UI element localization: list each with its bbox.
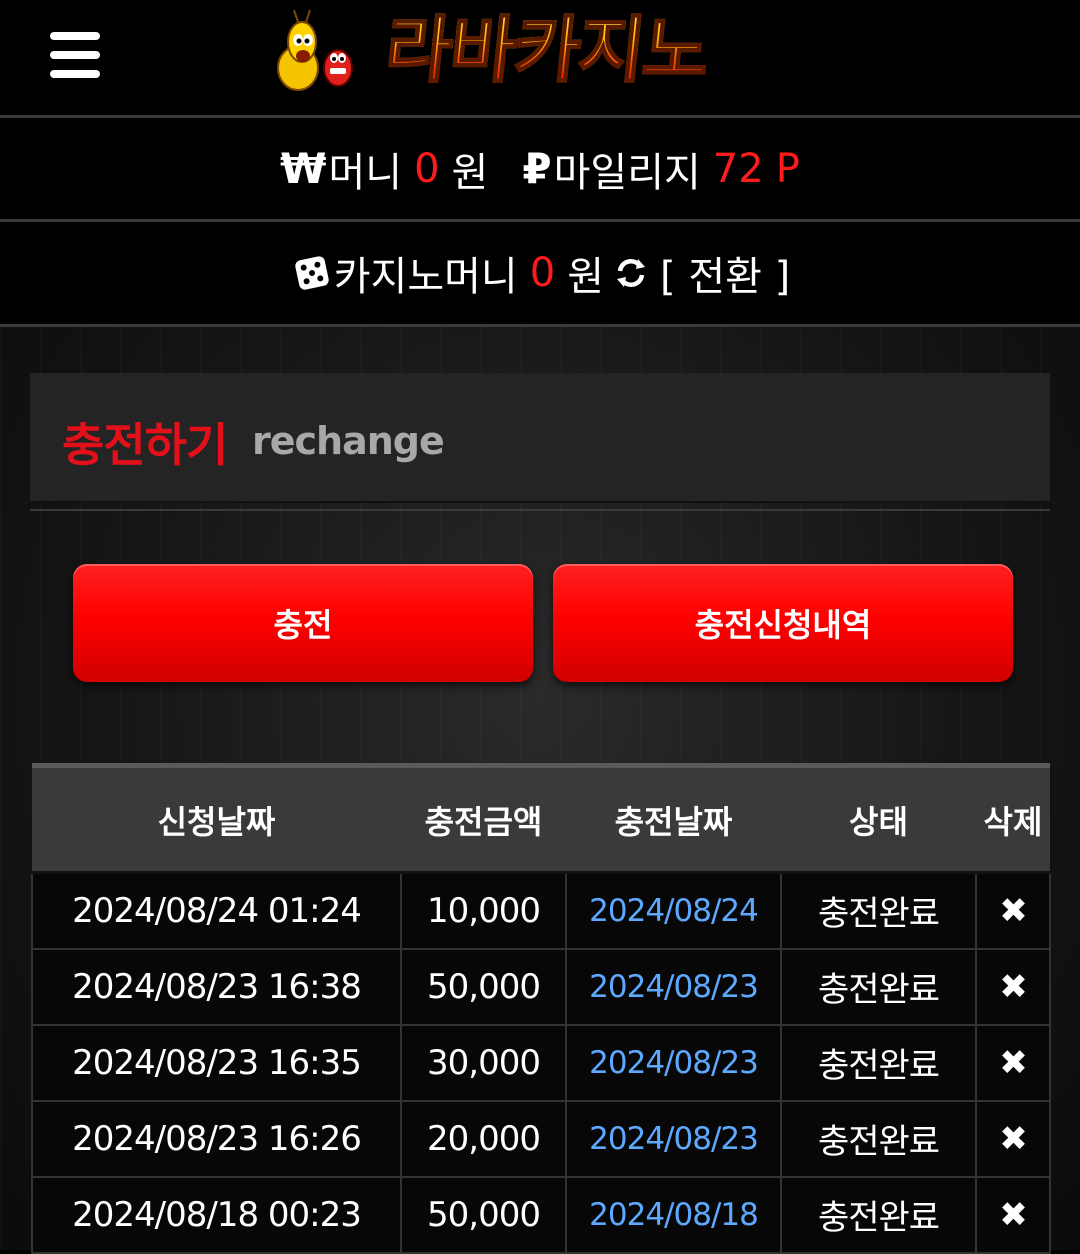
status: 충전완료 [780,1023,977,1102]
table-row: 2024/08/23 16:35 30,000 2024/08/23 충전완료 … [31,1023,1051,1102]
charge-date[interactable]: 2024/08/24 [565,871,782,950]
table-row: 2024/08/23 16:38 50,000 2024/08/23 충전완료 … [31,947,1051,1026]
table-row: 2024/08/23 16:26 20,000 2024/08/23 충전완료 … [31,1099,1051,1178]
amount: 30,000 [400,1023,567,1102]
charge-date[interactable]: 2024/08/23 [565,947,782,1026]
charge-button[interactable]: 충전 [73,564,533,682]
peso-icon: ₽ [522,144,552,193]
site-logo[interactable]: 라바카지노 [276,2,806,98]
delete-button[interactable]: ✖ [975,1099,1051,1178]
mileage-value: 72 [712,145,764,192]
request-date: 2024/08/24 01:24 [31,871,402,950]
switch-button[interactable]: [ 전환 ] [660,244,790,302]
request-date: 2024/08/23 16:35 [31,1023,402,1102]
table-header-row: 신청날짜 충전금액 충전날짜 상태 삭제 [32,763,1050,874]
won-icon: ₩ [280,144,327,193]
close-icon[interactable]: ✖ [999,1043,1027,1083]
casino-money-unit: 원 [567,254,604,300]
header-delete: 삭제 [976,763,1050,874]
status: 충전완료 [780,1175,977,1254]
amount: 20,000 [400,1099,567,1178]
delete-button[interactable]: ✖ [975,871,1051,950]
hamburger-menu-icon[interactable] [50,32,100,78]
page-title-panel: 충전하기 rechange [30,373,1050,503]
request-date: 2024/08/23 16:26 [31,1099,402,1178]
amount: 10,000 [400,871,567,950]
refresh-icon[interactable] [614,256,648,290]
status: 충전완료 [780,871,977,950]
charge-history-table: 신청날짜 충전금액 충전날짜 상태 삭제 2024/08/24 01:24 10… [31,763,1051,1254]
close-icon[interactable]: ✖ [999,1119,1027,1159]
money-label: 머니 [328,149,403,196]
mileage-label: 마일리지 [553,149,701,196]
close-icon[interactable]: ✖ [999,967,1027,1007]
delete-button[interactable]: ✖ [975,1175,1051,1254]
amount: 50,000 [400,1175,567,1254]
table-row: 2024/08/18 00:23 50,000 2024/08/18 충전완료 … [31,1175,1051,1254]
request-date: 2024/08/23 16:38 [31,947,402,1026]
casino-money-value: 0 [529,250,556,296]
status: 충전완료 [780,1099,977,1178]
larva-mascot-icon [277,9,353,91]
request-date: 2024/08/18 00:23 [31,1175,402,1254]
mileage-unit: P [775,145,800,192]
charge-date[interactable]: 2024/08/23 [565,1023,782,1102]
table-row: 2024/08/24 01:24 10,000 2024/08/24 충전완료 … [31,871,1051,950]
money-value: 0 [414,145,440,192]
status: 충전완료 [780,947,977,1026]
close-icon[interactable]: ✖ [999,891,1027,931]
page-subtitle: rechange [252,419,445,463]
balance-row: ₩ 머니 0 원 ₽ 마일리지 72 P [0,118,1080,222]
logo-text: 라바카지노 [381,7,713,93]
casino-money-row: 카지노머니 0 원 [ 전환 ] [0,222,1080,327]
close-icon[interactable]: ✖ [999,1195,1027,1235]
amount: 50,000 [400,947,567,1026]
charge-history-button[interactable]: 충전신청내역 [553,564,1013,682]
money-unit: 원 [451,149,489,196]
top-header: 라바카지노 [0,0,1080,118]
header-request-date: 신청날짜 [32,763,401,874]
dice-icon [294,255,330,291]
header-charge-date: 충전날짜 [566,763,781,874]
delete-button[interactable]: ✖ [975,1023,1051,1102]
charge-date[interactable]: 2024/08/23 [565,1099,782,1178]
header-status: 상태 [781,763,976,874]
casino-money-label: 카지노머니 [333,254,518,300]
delete-button[interactable]: ✖ [975,947,1051,1026]
divider [30,509,1050,511]
header-amount: 충전금액 [401,763,566,874]
charge-date[interactable]: 2024/08/18 [565,1175,782,1254]
page-title: 충전하기 [62,418,228,472]
